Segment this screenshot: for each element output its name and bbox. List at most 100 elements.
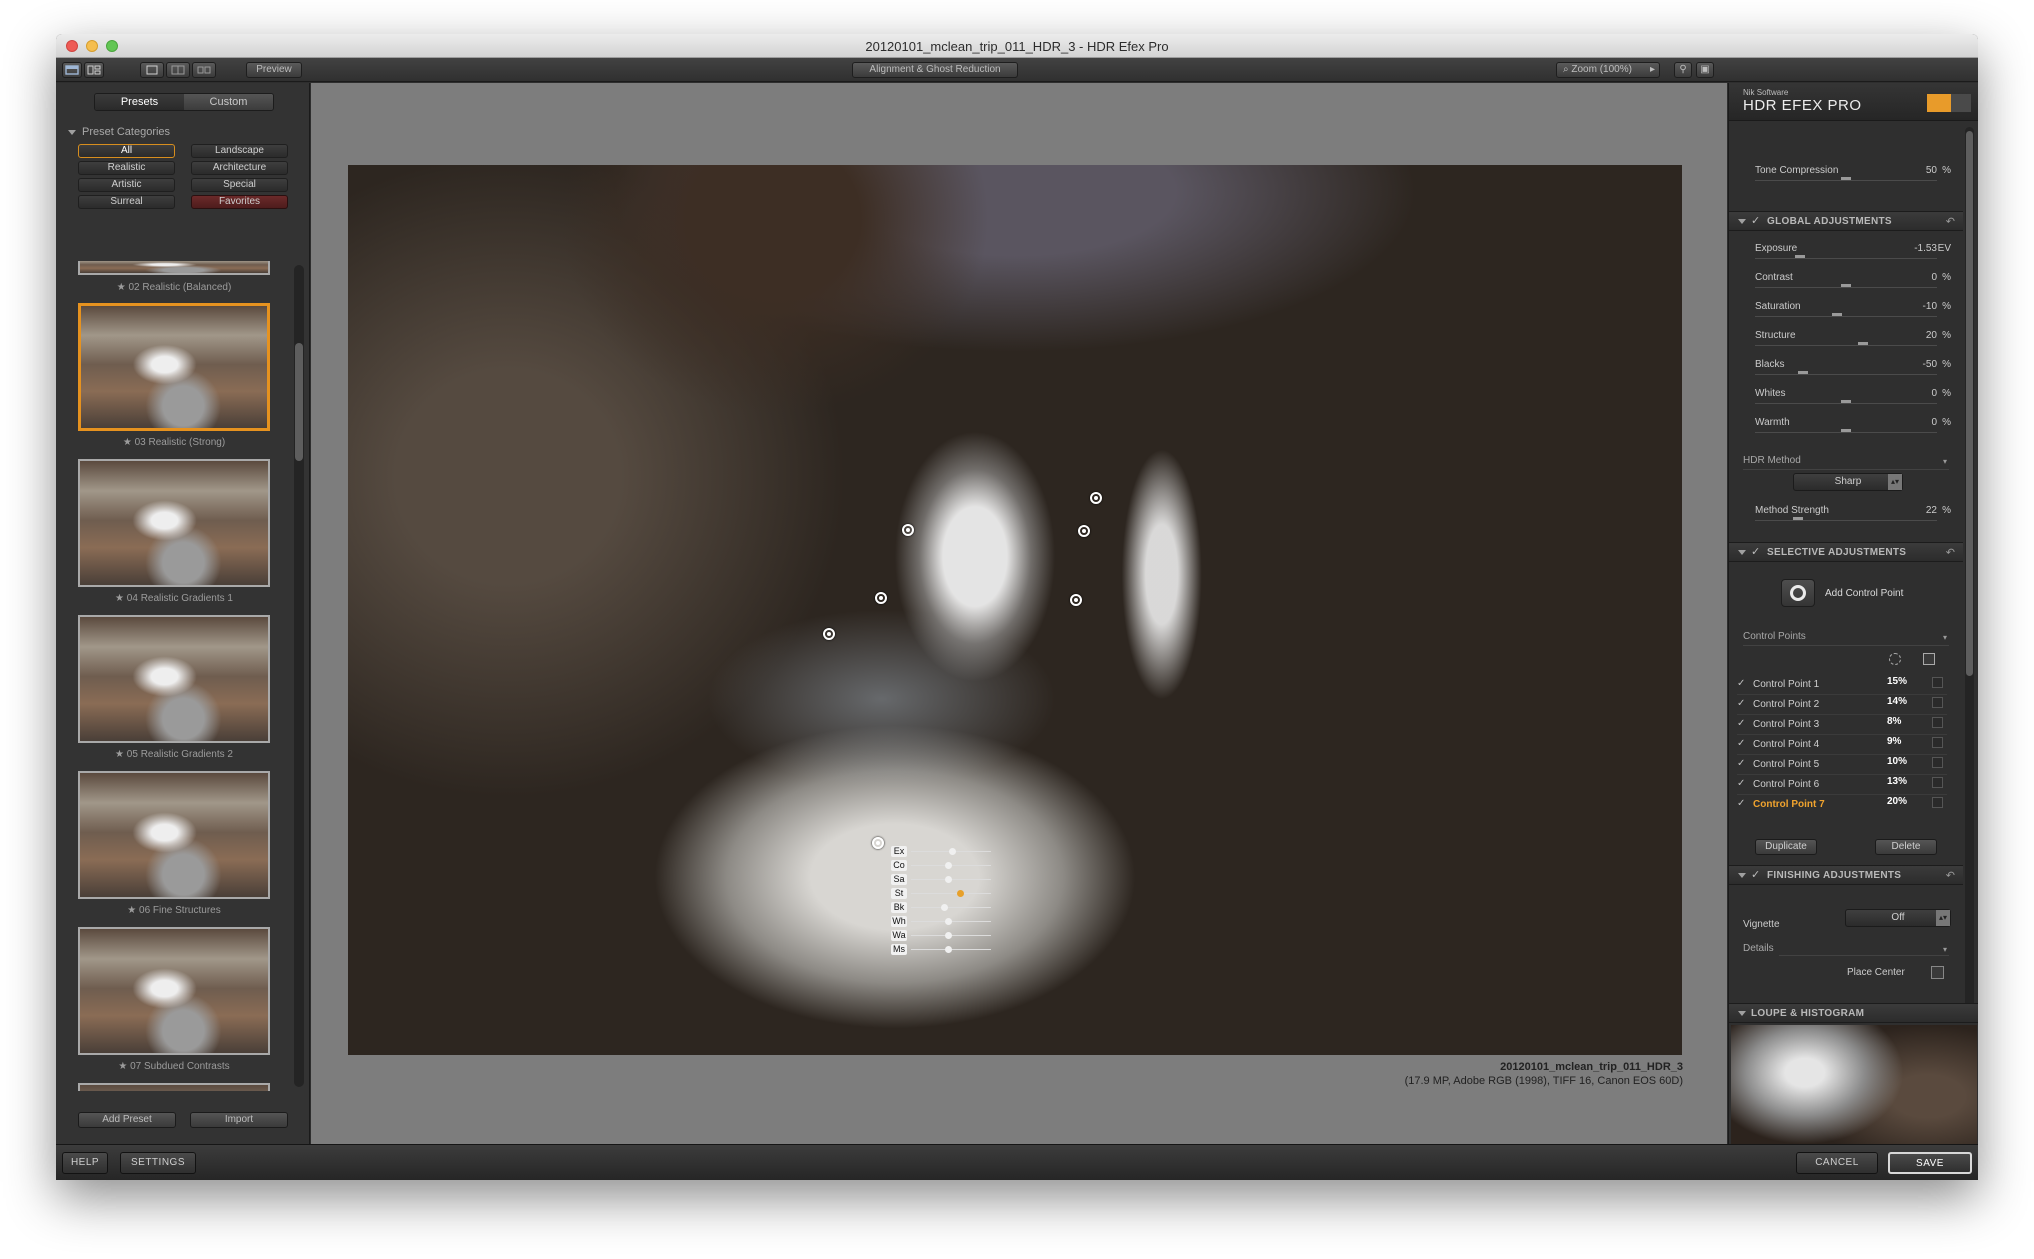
preset-item[interactable]: ★ 04 Realistic Gradients 1 [56,459,286,615]
control-point-percent[interactable]: 10% [1887,756,1907,767]
cp-slider-row[interactable]: Ex [891,845,1001,859]
slider-value[interactable]: 20 [1926,330,1937,341]
slider-value[interactable]: -50 [1923,359,1937,370]
tone-compression-slider[interactable]: Tone Compression 50 % [1755,165,1951,191]
help-button[interactable]: HELP [62,1152,108,1174]
category-favorites-button[interactable]: Favorites [191,195,288,209]
control-point-marker[interactable] [1090,492,1102,504]
control-point-row[interactable]: ✓ Control Point 3 8% [1737,715,1955,734]
structure-slider[interactable]: Structure 20 % [1755,330,1951,356]
warmth-slider[interactable]: Warmth 0 % [1755,417,1951,443]
method-strength-slider[interactable]: Method Strength 22 % [1755,505,1951,531]
category-special-button[interactable]: Special [191,178,288,192]
control-point-marker[interactable] [1070,594,1082,606]
preset-categories-header[interactable]: Preset Categories [68,126,170,138]
reset-view-button[interactable]: ⚲ [1674,62,1692,78]
save-button[interactable]: SAVE [1888,1152,1972,1174]
contrast-slider[interactable]: Contrast 0 % [1755,272,1951,298]
slider-value[interactable]: 22 [1926,505,1937,516]
slider-value[interactable]: -10 [1923,301,1937,312]
category-surreal-button[interactable]: Surreal [78,195,175,209]
cp-slider-knob[interactable] [949,848,956,855]
control-point-group-box[interactable] [1932,677,1943,688]
slider-track[interactable] [1755,258,1937,259]
preset-item-selected[interactable]: ★ 03 Realistic (Strong) [56,303,286,459]
slider-value[interactable]: 0 [1931,272,1937,283]
adjustments-scrollbar[interactable] [1965,127,1974,1011]
chevron-down-icon[interactable]: ▾ [1943,945,1947,954]
slider-knob[interactable] [1792,517,1803,520]
cp-slider-row[interactable]: Ms [891,943,1001,957]
control-point-row[interactable]: ✓ Control Point 5 10% [1737,755,1955,774]
loupe-histogram-header[interactable]: LOUPE & HISTOGRAM [1729,1003,1978,1023]
slider-track[interactable] [1755,316,1937,317]
exposure-slider[interactable]: Exposure -1.53 EV [1755,243,1951,269]
saturation-slider[interactable]: Saturation -10 % [1755,301,1951,327]
slider-knob[interactable] [1798,371,1808,374]
control-point-row[interactable]: ✓ Control Point 1 15% [1737,675,1955,694]
checkmark-icon[interactable]: ✓ [1737,678,1745,689]
control-points-label[interactable]: Control Points [1743,631,1806,642]
category-all-button[interactable]: All [78,144,175,158]
cp-slider-knob[interactable] [945,876,953,883]
slider-knob[interactable] [1832,313,1843,316]
cp-slider-row[interactable]: Co [891,859,1001,873]
slider-knob[interactable] [1841,284,1851,287]
dotted-circle-icon[interactable] [1889,653,1901,665]
control-point-percent[interactable]: 15% [1887,676,1907,687]
control-point-marker[interactable] [1078,525,1090,537]
slider-track[interactable] [1755,403,1937,404]
loupe-view[interactable] [1731,1025,1977,1144]
vignette-dropdown[interactable]: Off ▴▾ [1845,909,1951,927]
cp-slider-row[interactable]: Wh [891,915,1001,929]
zoom-dropdown[interactable]: ⌕ Zoom (100%) ▸ [1556,62,1660,78]
slider-track[interactable] [1755,345,1937,346]
preset-item[interactable]: ★ 06 Fine Structures [56,771,286,927]
control-point-marker[interactable] [902,524,914,536]
slider-track[interactable] [1755,180,1937,181]
slider-value[interactable]: 0 [1931,417,1937,428]
whites-slider[interactable]: Whites 0 % [1755,388,1951,414]
slider-knob[interactable] [1841,177,1851,180]
slider-knob[interactable] [1794,255,1805,258]
cp-slider-knob[interactable] [945,946,953,953]
preset-item[interactable] [56,1083,286,1091]
slider-track[interactable] [1755,520,1937,521]
checkmark-icon[interactable]: ✓ [1751,214,1760,227]
side-by-side-view-button[interactable] [192,62,216,78]
slider-value[interactable]: 0 [1931,388,1937,399]
slider-track[interactable] [1755,374,1937,375]
category-realistic-button[interactable]: Realistic [78,161,175,175]
control-point-group-box[interactable] [1932,757,1943,768]
reset-arrow-icon[interactable]: ↶ [1946,869,1955,882]
hdr-method-label[interactable]: HDR Method [1743,455,1801,466]
control-point-row-selected[interactable]: ✓ Control Point 7 20% [1737,795,1955,814]
import-button[interactable]: Import [190,1112,288,1128]
cp-slider-knob[interactable] [941,904,949,911]
loupe-toggle-button[interactable]: ▣ [1696,62,1714,78]
split-view-button[interactable] [166,62,190,78]
cp-slider-knob[interactable] [945,918,953,925]
cp-slider-knob[interactable] [945,862,953,869]
preset-item[interactable]: ★ 05 Realistic Gradients 2 [56,615,286,771]
cp-slider-knob[interactable] [945,932,953,939]
control-point-marker[interactable] [875,592,887,604]
selective-adjustments-header[interactable]: ✓ SELECTIVE ADJUSTMENTS ↶ [1729,542,1963,562]
control-point-row[interactable]: ✓ Control Point 6 13% [1737,775,1955,794]
details-label[interactable]: Details [1743,943,1774,954]
slider-knob[interactable] [1841,400,1851,403]
add-control-point-button[interactable] [1781,579,1815,607]
slider-knob[interactable] [1858,342,1869,345]
category-artistic-button[interactable]: Artistic [78,178,175,192]
add-preset-button[interactable]: Add Preset [78,1112,176,1128]
tab-presets[interactable]: Presets [95,94,184,110]
cp-slider-row[interactable]: Sa [891,873,1001,887]
control-point-percent[interactable]: 20% [1887,796,1907,807]
cancel-button[interactable]: CANCEL [1796,1152,1878,1174]
control-point-percent[interactable]: 14% [1887,696,1907,707]
preset-list-scrollbar[interactable] [294,265,304,1087]
cp-slider-row[interactable]: Bk [891,901,1001,915]
control-point-group-box[interactable] [1932,737,1943,748]
settings-button[interactable]: SETTINGS [120,1152,196,1174]
grid-view-button[interactable] [84,62,104,78]
